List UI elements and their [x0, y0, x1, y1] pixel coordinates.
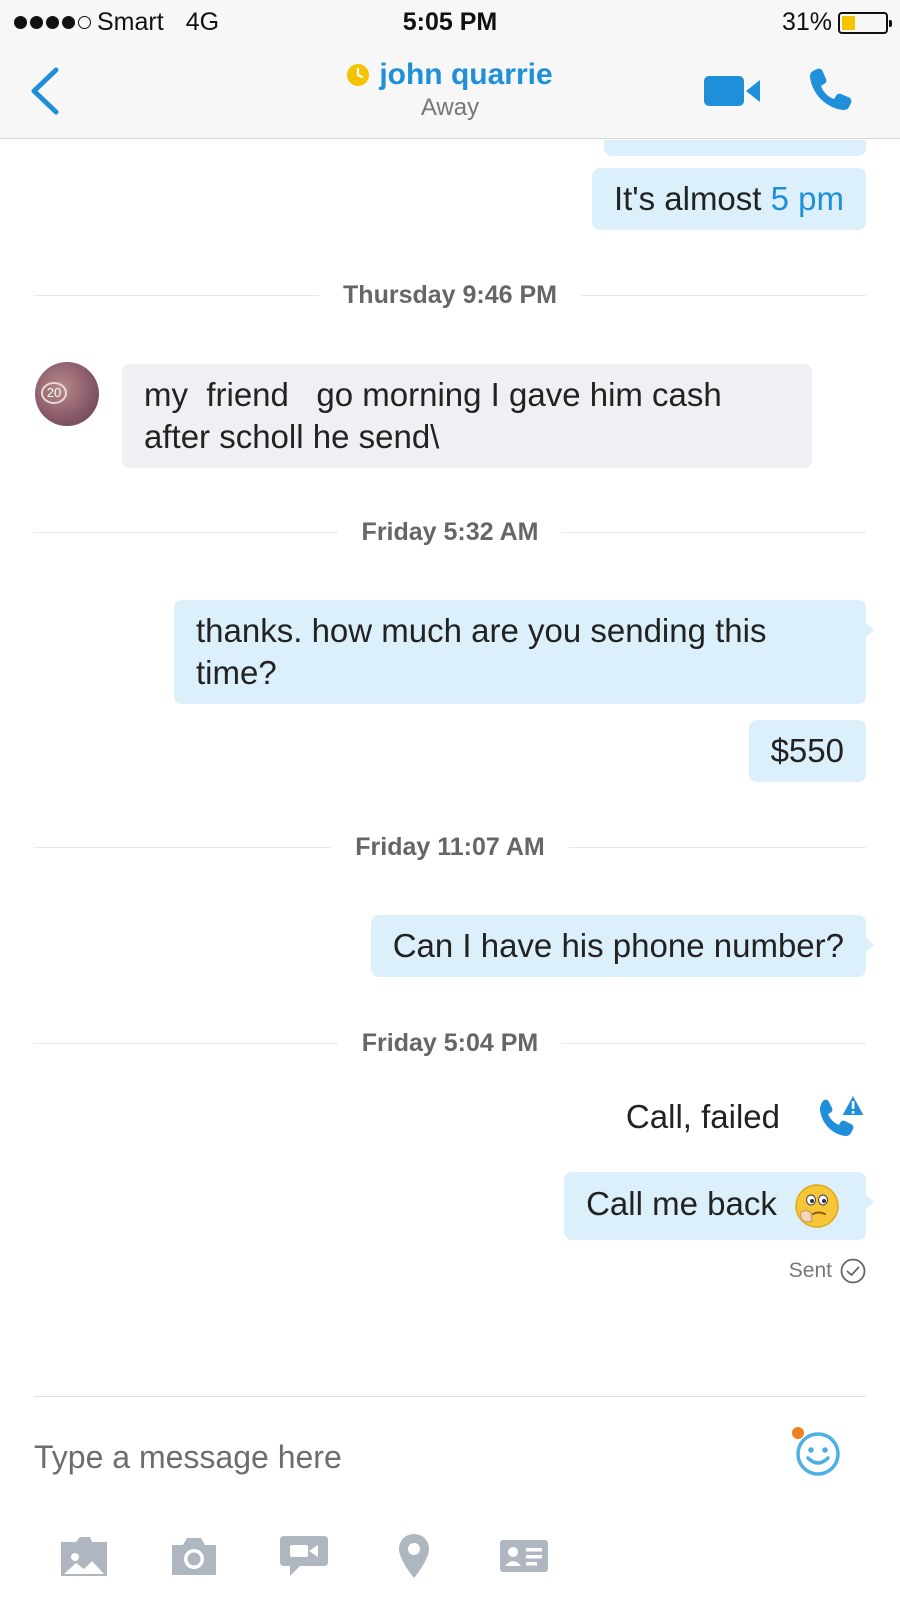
message-text-line: my friend go morning I gave him cash [144, 376, 722, 413]
avatar-badge: 20 [41, 382, 67, 404]
message-bubble-partial [604, 140, 866, 156]
message-text-line: time? [196, 654, 277, 691]
compose-toolbar [0, 1520, 900, 1590]
message-text: It's almost [613, 180, 771, 217]
message-bubble-incoming[interactable]: my friend go morning I gave him cash aft… [122, 364, 812, 468]
smiley-icon[interactable] [790, 1424, 846, 1480]
check-circle-icon [840, 1258, 866, 1284]
status-time: 5:05 PM [402, 8, 498, 36]
date-separator-label: Thursday 9:46 PM [343, 280, 557, 309]
battery-status: 31% [781, 8, 892, 37]
missed-call-warning-icon[interactable] [818, 1092, 866, 1140]
compose-divider [34, 1396, 866, 1397]
message-list[interactable]: It's almost 5 pm Thursday 9:46 PM 20 my … [0, 140, 900, 1395]
message-text: Can I have his phone number? [392, 927, 844, 964]
message-text-line: thanks. how much are you sending this [196, 612, 767, 649]
time-link[interactable]: 5 pm [771, 180, 844, 217]
message-text: Call me back [586, 1185, 777, 1222]
thinking-emoticon-icon [795, 1184, 839, 1229]
date-separator-label: Friday 5:32 AM [361, 517, 539, 546]
date-separator: Friday 5:32 AM [34, 517, 866, 547]
media-folder-icon[interactable] [58, 1532, 110, 1580]
location-pin-icon[interactable] [388, 1532, 440, 1580]
date-separator: Thursday 9:46 PM [34, 280, 867, 310]
contact-info[interactable]: john quarrie Away [0, 58, 900, 122]
sent-label: Sent [788, 1259, 832, 1282]
message-bubble-outgoing[interactable]: Can I have his phone number? [370, 915, 875, 977]
date-separator: Friday 5:04 PM [34, 1028, 867, 1058]
video-call-icon[interactable] [704, 74, 760, 108]
message-text-line: after scholl he send\ [144, 418, 440, 455]
call-failed-text[interactable]: Call, failed [626, 1098, 780, 1136]
clock-icon [347, 64, 370, 86]
contact-card-icon[interactable] [498, 1532, 550, 1580]
chat-header: john quarrie Away [0, 44, 900, 139]
date-separator: Friday 11:07 AM [34, 832, 866, 862]
video-message-icon[interactable] [278, 1532, 330, 1580]
contact-status: Away [420, 94, 480, 121]
avatar[interactable]: 20 [35, 362, 99, 426]
battery-percent: 31% [781, 8, 832, 36]
contact-name: john quarrie [379, 58, 553, 91]
message-bubble-outgoing[interactable]: $550 [748, 720, 866, 782]
message-bubble-outgoing[interactable]: thanks. how much are you sending this ti… [174, 600, 874, 704]
camera-icon[interactable] [168, 1532, 220, 1580]
message-input[interactable] [34, 1432, 754, 1482]
message-bubble-outgoing[interactable]: It's almost 5 pm [591, 168, 866, 230]
phone-icon[interactable] [808, 66, 854, 112]
date-separator-label: Friday 5:04 PM [361, 1028, 539, 1057]
message-text: $550 [770, 732, 844, 769]
date-separator-label: Friday 11:07 AM [355, 832, 545, 861]
delivery-status: Sent [789, 1258, 866, 1284]
battery-icon [838, 11, 892, 34]
status-bar: Smart 4G 5:05 PM 31% [0, 0, 900, 44]
message-bubble-outgoing[interactable]: Call me back [564, 1172, 874, 1241]
